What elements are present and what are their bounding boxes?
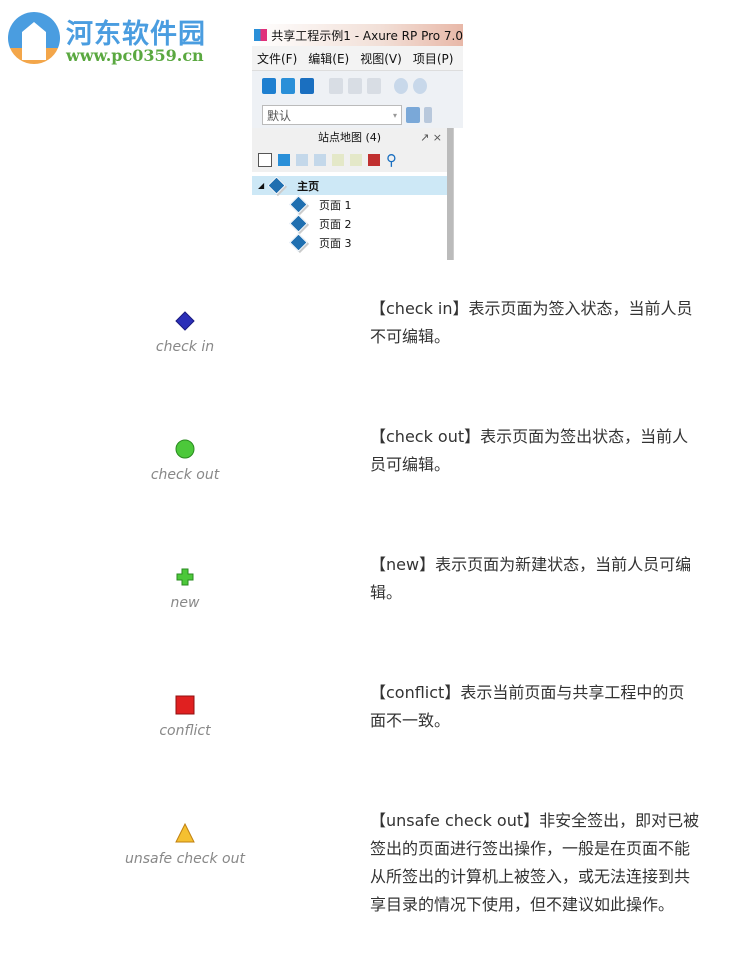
format-painter-icon[interactable] <box>424 107 432 123</box>
sitemap-panel: 站点地图 (4) ↗ × ⚲ ◢ 主页 页面 1 页面 2 页面 3 <box>252 128 447 260</box>
chevron-down-icon: ▾ <box>392 111 397 120</box>
new-icon[interactable] <box>262 78 276 94</box>
save-icon[interactable] <box>300 78 314 94</box>
axure-screenshot: 共享工程示例1 - Axure RP Pro 7.0 文件(F) 编辑(E) 视… <box>252 24 463 260</box>
arrow-right-icon[interactable] <box>332 154 344 166</box>
undo-icon[interactable] <box>394 78 408 94</box>
add-folder-icon[interactable] <box>278 154 290 166</box>
green-circle-icon <box>175 439 195 459</box>
tree-item-label: 页面 2 <box>319 217 352 231</box>
tree-item-root[interactable]: ◢ 主页 <box>252 176 447 195</box>
add-page-icon[interactable] <box>258 153 272 167</box>
legend-desc-check-in: 【check in】表示页面为签入状态，当前人员不可编辑。 <box>370 299 693 346</box>
legend-label-check-out: check out <box>150 467 220 483</box>
delete-page-icon[interactable] <box>368 154 380 166</box>
expand-icon[interactable]: ◢ <box>258 181 264 190</box>
logo-url: www.pc0359.cn <box>66 46 204 65</box>
redo-icon[interactable] <box>413 78 427 94</box>
copy-icon[interactable] <box>348 78 362 94</box>
menu-file[interactable]: 文件(F) <box>257 50 297 67</box>
close-icon[interactable]: ↗ × <box>420 128 442 148</box>
tree-item[interactable]: 页面 1 <box>252 195 447 214</box>
red-square-icon <box>175 695 195 715</box>
legend-desc-conflict: 【conflict】表示当前页面与共享工程中的页面不一致。 <box>370 683 685 730</box>
sitemap-toolbar: ⚲ <box>252 148 447 172</box>
page-icon <box>289 214 308 233</box>
legend-label-new: new <box>170 595 200 611</box>
tree-item[interactable]: 页面 3 <box>252 233 447 252</box>
window-title: 共享工程示例1 - Axure RP Pro 7.0 <box>271 28 463 43</box>
arrow-down-icon[interactable] <box>314 154 326 166</box>
tree-item-label: 页面 3 <box>319 236 352 250</box>
yellow-triangle-icon <box>175 823 195 843</box>
cut-icon[interactable] <box>329 78 343 94</box>
page-icon <box>289 195 308 214</box>
arrow-left-icon[interactable] <box>350 154 362 166</box>
legend-desc-new: 【new】表示页面为新建状态，当前人员可编辑。 <box>370 555 692 602</box>
toolbar <box>252 70 463 101</box>
sitemap-title: 站点地图 (4) <box>317 131 382 144</box>
page-icon <box>267 176 286 195</box>
style-edit-icon[interactable] <box>406 107 420 123</box>
tree-item-label: 页面 1 <box>319 198 352 212</box>
tree-item[interactable]: 页面 2 <box>252 214 447 233</box>
page-icon <box>289 233 308 252</box>
sitemap-header: 站点地图 (4) ↗ × <box>252 128 447 148</box>
ruler <box>453 128 463 260</box>
legend-label-conflict: conflict <box>159 723 211 739</box>
menu-edit[interactable]: 编辑(E) <box>308 50 349 67</box>
open-icon[interactable] <box>281 78 295 94</box>
legend-label-check-in: check in <box>155 339 215 355</box>
app-icon <box>254 29 268 41</box>
title-bar: 共享工程示例1 - Axure RP Pro 7.0 <box>252 24 463 46</box>
tree-item-label: 主页 <box>297 179 320 193</box>
style-select[interactable]: 默认 ▾ <box>262 105 402 125</box>
green-plus-icon <box>176 568 194 586</box>
menu-view[interactable]: 视图(V) <box>360 50 402 67</box>
style-row: 默认 ▾ <box>252 101 463 129</box>
legend-label-unsafe-check-out: unsafe check out <box>125 851 245 867</box>
legend-desc-check-out: 【check out】表示页面为签出状态，当前人员可编辑。 <box>370 427 689 474</box>
style-select-value: 默认 <box>267 109 292 123</box>
legend-desc-unsafe-check-out: 【unsafe check out】非安全签出，即对已被签出的页面进行签出操作，… <box>370 811 700 914</box>
menu-bar: 文件(F) 编辑(E) 视图(V) 项目(P) <box>252 46 463 70</box>
blue-diamond-icon <box>175 311 195 331</box>
menu-project[interactable]: 项目(P) <box>413 50 454 67</box>
search-icon[interactable]: ⚲ <box>386 151 397 169</box>
paste-icon[interactable] <box>367 78 381 94</box>
logo-icon <box>7 12 60 64</box>
arrow-up-icon[interactable] <box>296 154 308 166</box>
